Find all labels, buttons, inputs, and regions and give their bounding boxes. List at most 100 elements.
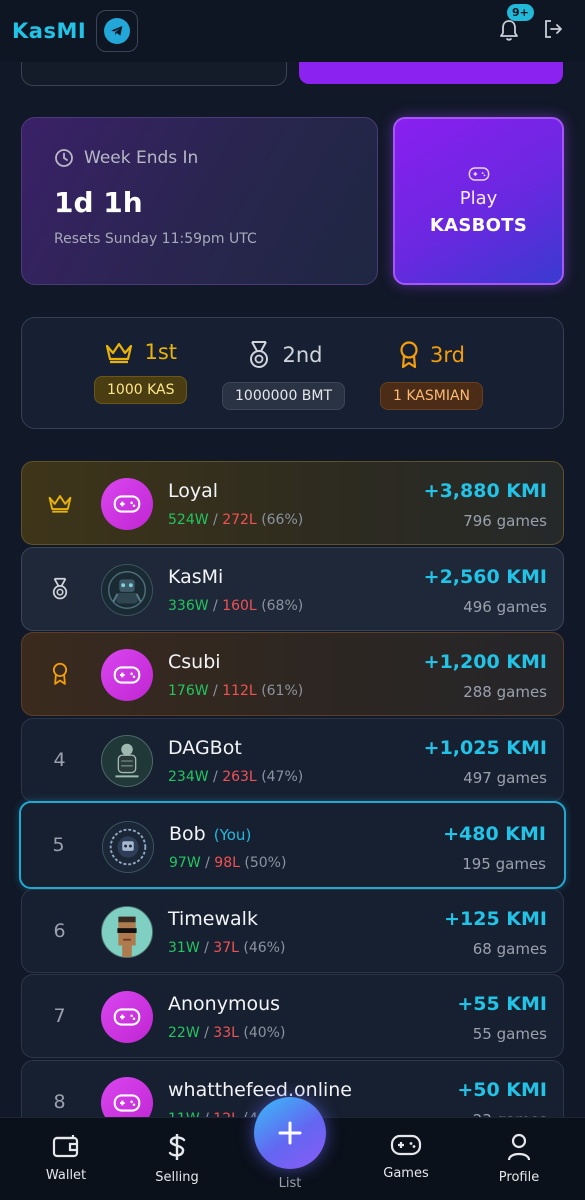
player-name: DAGBot	[168, 737, 242, 759]
player-score: +125 KMI	[444, 908, 547, 930]
leaderboard-row-6[interactable]: 6 Timewalk 31W / 37L (46%) +125 KMI 68 g…	[21, 889, 564, 973]
leaderboard-row-3[interactable]: Csubi 176W / 112L (61%) +1,200 KMI 288 g…	[21, 632, 564, 716]
bell-icon	[500, 20, 518, 41]
gamepad-icon	[113, 495, 141, 513]
rank-number: 7	[53, 1005, 66, 1027]
player-record: 97W / 98L (50%)	[169, 855, 287, 871]
prize-first-place: 1st	[144, 340, 178, 364]
play-label: Play	[459, 188, 498, 209]
app-logo[interactable]: KasMI	[12, 19, 86, 43]
player-games: 68 games	[472, 940, 547, 958]
dollar-icon	[168, 1134, 186, 1160]
player-score: +1,200 KMI	[423, 651, 547, 673]
avatar	[101, 991, 153, 1043]
player-record: 336W / 160L (68%)	[168, 598, 304, 614]
prize-second-place: 2nd	[282, 343, 323, 367]
telegram-icon	[104, 18, 131, 44]
player-games: 497 games	[463, 769, 547, 787]
player-score: +3,880 KMI	[423, 480, 547, 502]
leaderboard-row-4[interactable]: 4 DAGBot 234W / 263L (47%) +1,025 KMI 49…	[21, 718, 564, 802]
week-label: Week Ends In	[84, 148, 199, 168]
player-games: 796 games	[463, 512, 547, 530]
prize-second: 2nd 1000000 BMT	[222, 340, 346, 410]
player-games: 496 games	[463, 598, 547, 616]
crown-icon	[106, 342, 133, 364]
rank-award	[22, 633, 97, 715]
rank-number: 5	[52, 834, 65, 856]
week-countdown-card: Week Ends In 1d 1h Resets Sunday 11:59pm…	[21, 117, 378, 285]
rank-medal	[22, 548, 97, 630]
robot-avatar-icon	[103, 822, 153, 872]
nav-profile[interactable]: Profile	[479, 1132, 559, 1185]
plus-icon	[278, 1121, 302, 1145]
player-games: 288 games	[463, 683, 547, 701]
avatar	[101, 564, 153, 616]
player-record: 524W / 272L (66%)	[168, 512, 304, 528]
logout-button[interactable]	[541, 17, 565, 45]
prize-third-reward: 1 KASMIAN	[380, 382, 484, 410]
player-record: 22W / 33L (40%)	[168, 1025, 286, 1041]
prize-first: 1st 1000 KAS	[94, 340, 188, 404]
prize-first-reward: 1000 KAS	[94, 376, 188, 404]
crown-icon	[48, 495, 71, 513]
robot-avatar-icon	[102, 736, 152, 786]
avatar	[101, 735, 153, 787]
player-score: +1,025 KMI	[423, 737, 547, 759]
gamepad-icon	[113, 1094, 141, 1112]
avatar	[101, 649, 153, 701]
award-icon	[52, 662, 67, 685]
avatar	[101, 478, 153, 530]
leaderboard-row-1[interactable]: Loyal 524W / 272L (66%) +3,880 KMI 796 g…	[21, 461, 564, 545]
leaderboard-row-2[interactable]: KasMi 336W / 160L (68%) +2,560 KMI 496 g…	[21, 547, 564, 631]
telegram-button[interactable]	[96, 10, 139, 52]
app-header: KasMI 9+	[0, 0, 585, 62]
play-kasbots-button[interactable]: Play KASBOTS	[393, 117, 564, 285]
player-name: whatthefeed.online	[168, 1079, 352, 1101]
user-icon	[507, 1133, 531, 1161]
robot-avatar-icon	[102, 565, 152, 615]
avatar	[102, 821, 154, 873]
logout-icon	[545, 20, 562, 38]
add-listing-button[interactable]	[254, 1097, 326, 1169]
leaderboard-row-7[interactable]: 7 Anonymous 22W / 33L (40%) +55 KMI 55 g…	[21, 974, 564, 1058]
rank-number: 4	[53, 749, 66, 771]
player-name: KasMi	[168, 566, 224, 588]
player-record: 176W / 112L (61%)	[168, 683, 304, 699]
notifications-button[interactable]: 9+	[497, 4, 534, 44]
gamepad-icon	[468, 167, 489, 181]
kasbots-label: KASBOTS	[429, 215, 528, 236]
nav-selling[interactable]: Selling	[137, 1132, 217, 1185]
prize-third-place: 3rd	[430, 343, 465, 367]
clock-icon	[55, 149, 73, 167]
medal-icon	[249, 341, 268, 368]
player-name: Bob (You)	[169, 823, 252, 845]
week-reset-note: Resets Sunday 11:59pm UTC	[54, 231, 257, 247]
award-icon	[400, 341, 418, 369]
leaderboard-row-you[interactable]: 5 Bob (You) 97W / 98L (50%) +480 KMI 195 …	[19, 801, 566, 889]
player-games: 55 games	[472, 1025, 547, 1043]
nav-list-label: List	[278, 1176, 302, 1191]
player-name: Loyal	[168, 480, 219, 502]
prize-second-reward: 1000000 BMT	[222, 382, 346, 410]
player-score: +2,560 KMI	[423, 566, 547, 588]
player-record: 31W / 37L (46%)	[168, 940, 286, 956]
player-score: +55 KMI	[457, 993, 547, 1015]
avatar	[101, 906, 153, 958]
player-games: 195 games	[462, 855, 546, 873]
player-score: +480 KMI	[443, 823, 546, 845]
nav-games[interactable]: Games	[366, 1132, 446, 1181]
nav-wallet[interactable]: Wallet	[26, 1132, 106, 1183]
player-record: 234W / 263L (47%)	[168, 769, 304, 785]
gamepad-icon	[390, 1134, 422, 1156]
week-time-left: 1d 1h	[54, 186, 143, 219]
notification-badge: 9+	[507, 4, 534, 21]
player-score: +50 KMI	[457, 1079, 547, 1101]
player-name: Anonymous	[168, 993, 281, 1015]
pixel-punk-avatar-icon	[102, 907, 152, 957]
gamepad-icon	[113, 666, 141, 684]
wallet-icon	[52, 1135, 79, 1158]
prizes-card: 1st 1000 KAS 2nd 1000000 BMT 3rd 1 KASMI…	[21, 317, 564, 429]
medal-icon	[52, 577, 67, 600]
gamepad-icon	[113, 1008, 141, 1026]
you-tag: (You)	[213, 826, 252, 844]
